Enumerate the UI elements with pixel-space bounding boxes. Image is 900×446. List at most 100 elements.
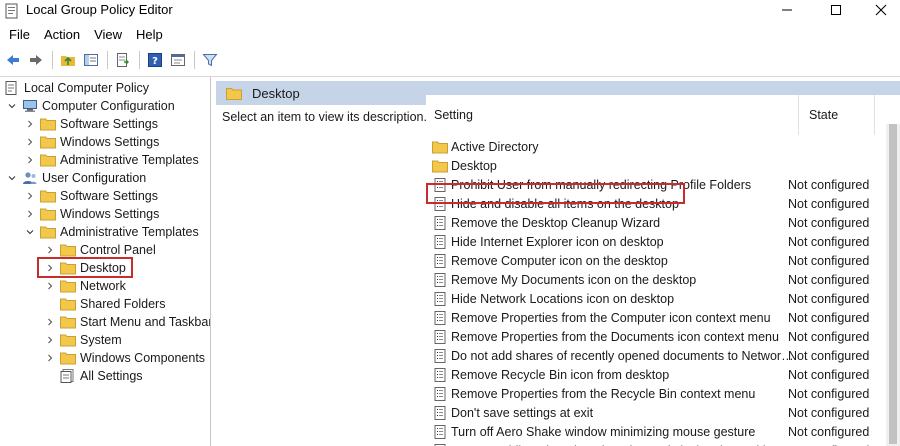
setting-name: Do not add shares of recently opened doc… (451, 348, 796, 363)
toolbar-separator (194, 51, 195, 69)
menu-action[interactable]: Action (37, 24, 87, 45)
scrollbar-thumb[interactable] (889, 124, 897, 444)
export-list-button[interactable] (112, 49, 134, 71)
folder-icon (432, 141, 448, 153)
setting-row[interactable]: Remove Properties from the Recycle Bin c… (426, 384, 884, 403)
setting-row[interactable]: Remove Properties from the Documents ico… (426, 327, 884, 346)
chevron-right-icon[interactable] (24, 118, 36, 130)
tree-item[interactable]: Administrative Templates (24, 151, 199, 169)
chevron-right-icon[interactable] (24, 136, 36, 148)
tree-item-label: Control Panel (80, 243, 156, 257)
help-button[interactable]: ? (144, 49, 166, 71)
folder-icon (40, 136, 56, 149)
column-divider (874, 95, 875, 135)
setting-row[interactable]: Do not add shares of recently opened doc… (426, 346, 884, 365)
setting-row[interactable]: Remove Recycle Bin icon from desktop Not … (426, 365, 884, 384)
setting-row[interactable]: Remove the Desktop Cleanup Wizard Not con… (426, 213, 884, 232)
setting-state: Not configured (788, 196, 870, 211)
tree-item[interactable]: All Settings (44, 367, 143, 385)
tree-item-label: Windows Settings (60, 135, 160, 149)
properties-button[interactable] (167, 49, 189, 71)
tree-item[interactable]: Computer Configuration (6, 97, 175, 115)
chevron-down-icon[interactable] (6, 100, 18, 112)
setting-name: Remove My Documents icon on the desktop (451, 272, 697, 287)
tree-item[interactable]: Administrative Templates (24, 223, 199, 241)
menu-file[interactable]: File (2, 24, 37, 45)
setting-icon (434, 367, 446, 382)
menu-view[interactable]: View (87, 24, 129, 45)
help-icon: ? (148, 53, 162, 67)
chevron-right-icon[interactable] (24, 208, 36, 220)
setting-row[interactable]: Remove My Documents icon on the desktop N… (426, 270, 884, 289)
chevron-spacer (44, 370, 56, 382)
chevron-right-icon[interactable] (24, 190, 36, 202)
setting-icon (434, 253, 446, 268)
chevron-right-icon[interactable] (44, 280, 56, 292)
chevron-right-icon[interactable] (24, 154, 36, 166)
column-header-setting[interactable]: Setting (434, 95, 473, 135)
tree-item[interactable]: Software Settings (24, 115, 158, 133)
setting-row[interactable]: Remove Computer icon on the desktop Not c… (426, 251, 884, 270)
tree-item[interactable]: Start Menu and Taskbar (44, 313, 211, 331)
tree-item[interactable]: Windows Settings (24, 205, 159, 223)
setting-icon (434, 386, 446, 401)
setting-row[interactable]: Remove Properties from the Computer icon… (426, 308, 884, 327)
setting-name: Remove Recycle Bin icon from desktop (451, 367, 670, 382)
setting-row[interactable]: Hide Network Locations icon on desktop No… (426, 289, 884, 308)
setting-name: Remove Properties from the Recycle Bin c… (451, 386, 756, 401)
tree-item[interactable]: Windows Settings (24, 133, 159, 151)
setting-icon (434, 348, 446, 363)
setting-row[interactable]: Prevent adding, dragging, dropping and c… (426, 441, 884, 446)
setting-name: Active Directory (451, 139, 539, 154)
tree-item[interactable]: Windows Components (44, 349, 205, 367)
folder-icon (40, 226, 56, 239)
chevron-right-icon[interactable] (44, 244, 56, 256)
tree-item-label: All Settings (80, 369, 143, 383)
chevron-right-icon[interactable] (44, 316, 56, 328)
setting-row[interactable]: Active Directory (426, 137, 884, 156)
forward-button[interactable] (25, 49, 47, 71)
toolbar-separator (52, 51, 53, 69)
show-hide-tree-button[interactable] (80, 49, 102, 71)
tree-item-label: Administrative Templates (60, 153, 199, 167)
tree-item[interactable]: Shared Folders (44, 295, 165, 313)
menu-bar: File Action View Help (0, 23, 900, 45)
tree-item[interactable]: Local Computer Policy (4, 79, 149, 97)
up-one-level-button[interactable] (57, 49, 79, 71)
tree-item-label: Administrative Templates (60, 225, 199, 239)
column-header-state[interactable]: State (798, 95, 858, 135)
tree-item-label: System (80, 333, 122, 347)
tree-item[interactable]: User Configuration (6, 169, 146, 187)
menu-help[interactable]: Help (129, 24, 170, 45)
setting-row[interactable]: Hide Internet Explorer icon on desktop No… (426, 232, 884, 251)
setting-row[interactable]: Turn off Aero Shake window minimizing mo… (426, 422, 884, 441)
main-area: Local Computer Policy Computer Configurat… (0, 76, 900, 446)
chevron-right-icon[interactable] (44, 334, 56, 346)
export-list-icon (117, 53, 129, 67)
filter-button[interactable] (199, 49, 221, 71)
tree-item[interactable]: Software Settings (24, 187, 158, 205)
close-icon (875, 4, 887, 16)
folder-icon (60, 244, 76, 257)
tree-item[interactable]: System (44, 331, 122, 349)
setting-row[interactable]: Desktop (426, 156, 884, 175)
title-bar: Local Group Policy Editor (0, 0, 900, 22)
maximize-button[interactable] (813, 0, 859, 20)
minimize-button[interactable] (764, 0, 810, 20)
folder-icon (40, 154, 56, 167)
back-button[interactable] (2, 49, 24, 71)
chevron-down-icon[interactable] (6, 172, 18, 184)
chevron-down-icon[interactable] (24, 226, 36, 238)
computer-icon (23, 100, 37, 112)
setting-row[interactable]: Don't save settings at exit Not configure… (426, 403, 884, 422)
maximize-icon (831, 5, 841, 15)
setting-state: Not configured (788, 253, 870, 268)
tree-item-label: Start Menu and Taskbar (80, 315, 211, 329)
tree-item[interactable]: Network (44, 277, 126, 295)
close-button[interactable] (858, 0, 900, 20)
folder-icon (432, 160, 448, 172)
setting-icon (434, 272, 446, 287)
chevron-right-icon[interactable] (44, 352, 56, 364)
desktop-highlight-box (37, 257, 133, 278)
setting-icon (434, 291, 446, 306)
